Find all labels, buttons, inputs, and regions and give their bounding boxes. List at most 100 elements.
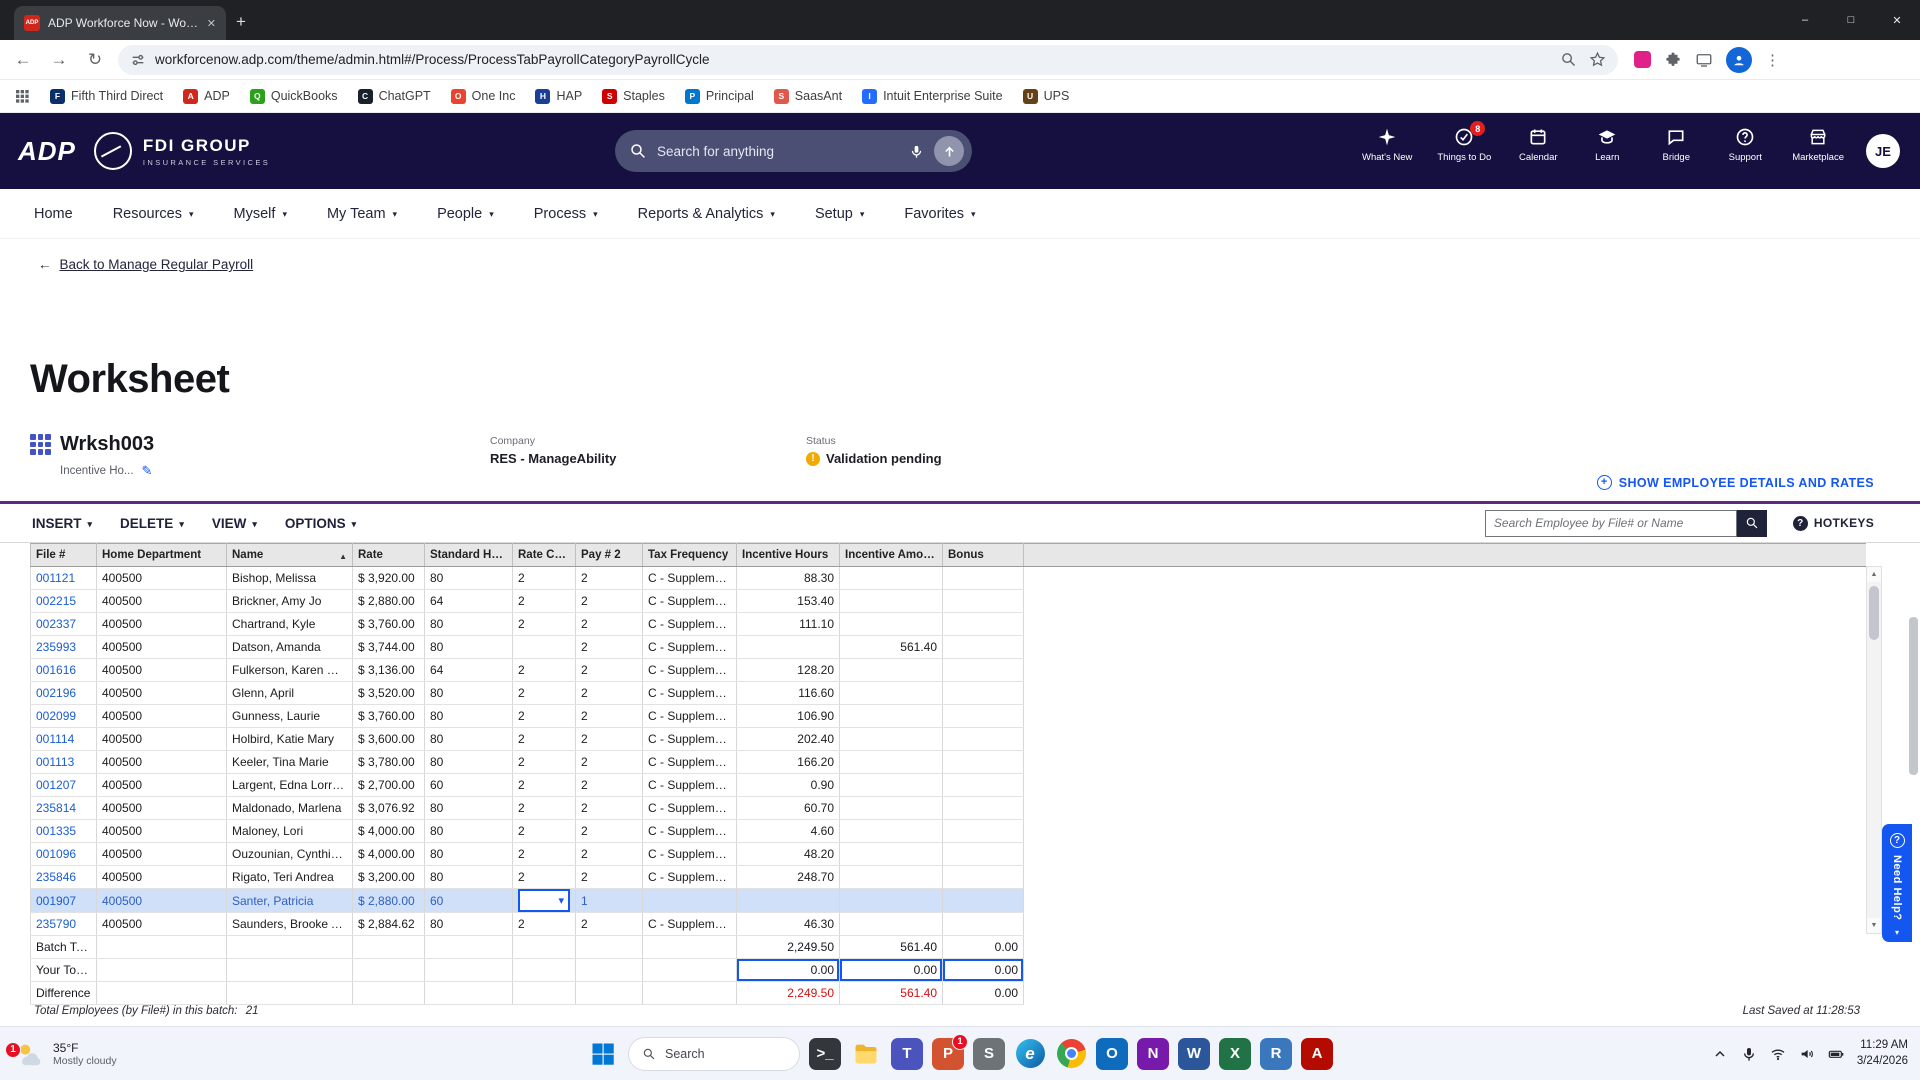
file-number-link[interactable]: 001616: [36, 663, 76, 677]
cell-bonus[interactable]: [943, 820, 1024, 843]
cell-name[interactable]: Saunders, Brooke Ali...: [227, 913, 353, 936]
cell-amount[interactable]: [840, 866, 943, 889]
cell-hours[interactable]: 0.90: [737, 774, 840, 797]
cell-name[interactable]: Holbird, Katie Mary: [227, 728, 353, 751]
bookmark-star-icon[interactable]: [1589, 51, 1606, 68]
cell-dept[interactable]: 400500: [97, 889, 227, 913]
file-number-link[interactable]: 001121: [36, 571, 75, 585]
reload-button[interactable]: ↻: [82, 50, 108, 70]
wifi-icon[interactable]: [1770, 1046, 1786, 1062]
employee-row[interactable]: 001121400500Bishop, Melissa$ 3,920.00802…: [31, 567, 1867, 590]
employee-row[interactable]: 002196400500Glenn, April$ 3,520.008022C …: [31, 682, 1867, 705]
cell-hours[interactable]: 166.20: [737, 751, 840, 774]
cell-tax[interactable]: C - Suppleme...: [643, 567, 737, 590]
bookmark-item[interactable]: HHAP: [535, 89, 582, 104]
cell-std[interactable]: 80: [425, 728, 513, 751]
scroll-down-icon[interactable]: ▼: [1867, 918, 1881, 933]
site-settings-icon[interactable]: [130, 52, 146, 68]
column-header[interactable]: Rate Co...: [513, 544, 576, 567]
cell-amount[interactable]: [840, 567, 943, 590]
toolbar-menu-options[interactable]: OPTIONS▾: [285, 516, 356, 531]
header-item-question-circle[interactable]: Support: [1723, 127, 1767, 163]
cell-pay2[interactable]: 2: [576, 590, 643, 613]
browser-menu-icon[interactable]: ⋮: [1765, 51, 1780, 69]
show-employee-details-link[interactable]: + SHOW EMPLOYEE DETAILS AND RATES: [1597, 475, 1874, 490]
cell-bonus[interactable]: [943, 567, 1024, 590]
column-header[interactable]: Tax Frequency: [643, 544, 737, 567]
weather-widget[interactable]: 1 35°F Mostly cloudy: [0, 1039, 117, 1069]
cell-hours[interactable]: 88.30: [737, 567, 840, 590]
cell-file-number[interactable]: 001096: [31, 843, 97, 866]
bookmark-item[interactable]: CChatGPT: [358, 89, 431, 104]
powerpoint-icon[interactable]: P1: [932, 1038, 964, 1070]
cell-amount[interactable]: [840, 797, 943, 820]
cell-file-number[interactable]: 002099: [31, 705, 97, 728]
file-number-link[interactable]: 001114: [36, 732, 74, 746]
cell-std[interactable]: 64: [425, 659, 513, 682]
cell-std[interactable]: 80: [425, 843, 513, 866]
cell-name[interactable]: Santer, Patricia: [227, 889, 353, 913]
cell-hours[interactable]: 48.20: [737, 843, 840, 866]
apps-grid-icon[interactable]: [14, 88, 30, 104]
cell-pay2[interactable]: 1: [576, 889, 643, 913]
cell-amount[interactable]: [840, 843, 943, 866]
cell-file-number[interactable]: 001616: [31, 659, 97, 682]
cell-std[interactable]: 80: [425, 797, 513, 820]
word-icon[interactable]: W: [1178, 1038, 1210, 1070]
toolbar-menu-view[interactable]: VIEW▾: [212, 516, 257, 531]
employee-row[interactable]: 002337400500Chartrand, Kyle$ 3,760.00802…: [31, 613, 1867, 636]
cell-pay2[interactable]: 2: [576, 774, 643, 797]
cell-name[interactable]: Bishop, Melissa: [227, 567, 353, 590]
cell-pay2[interactable]: 2: [576, 705, 643, 728]
header-item-check-circle[interactable]: 8Things to Do: [1437, 127, 1491, 163]
employee-row[interactable]: 001096400500Ouzounian, Cynthia ...$ 4,00…: [31, 843, 1867, 866]
header-item-cap[interactable]: Learn: [1585, 127, 1629, 163]
cell-pay2[interactable]: 2: [576, 728, 643, 751]
cell-amount[interactable]: [840, 820, 943, 843]
cell-rate[interactable]: $ 3,760.00: [353, 705, 425, 728]
cell-hours[interactable]: 248.70: [737, 866, 840, 889]
cell-hours[interactable]: 106.90: [737, 705, 840, 728]
cell-rate[interactable]: $ 3,760.00: [353, 613, 425, 636]
search-submit-button[interactable]: [934, 136, 964, 166]
bookmark-item[interactable]: SStaples: [602, 89, 665, 104]
cell-rateco[interactable]: 2: [513, 567, 576, 590]
scrollbar-thumb[interactable]: [1869, 586, 1879, 640]
totals-amount[interactable]: 0.00: [840, 959, 943, 982]
global-search-input[interactable]: [657, 144, 899, 159]
cell-bonus[interactable]: [943, 774, 1024, 797]
cell-pay2[interactable]: 2: [576, 797, 643, 820]
cell-pay2[interactable]: 2: [576, 682, 643, 705]
teams-icon[interactable]: T: [891, 1038, 923, 1070]
employee-row[interactable]: 001114400500Holbird, Katie Mary$ 3,600.0…: [31, 728, 1867, 751]
cell-rate[interactable]: $ 4,000.00: [353, 843, 425, 866]
cell-amount[interactable]: [840, 659, 943, 682]
cell-file-number[interactable]: 001207: [31, 774, 97, 797]
cell-pay2[interactable]: 2: [576, 751, 643, 774]
cell-pay2[interactable]: 2: [576, 567, 643, 590]
cell-std[interactable]: 80: [425, 613, 513, 636]
cell-amount[interactable]: [840, 913, 943, 936]
employee-row[interactable]: 235846400500Rigato, Teri Andrea$ 3,200.0…: [31, 866, 1867, 889]
cell-tax[interactable]: C - Suppleme...: [643, 590, 737, 613]
cell-bonus[interactable]: [943, 866, 1024, 889]
cell-bonus[interactable]: [943, 843, 1024, 866]
remote-desktop-icon[interactable]: R: [1260, 1038, 1292, 1070]
cell-hours[interactable]: 111.10: [737, 613, 840, 636]
cell-tax[interactable]: [643, 889, 737, 913]
cell-rate[interactable]: $ 2,880.00: [353, 889, 425, 913]
extensions-puzzle-icon[interactable]: [1664, 51, 1682, 69]
nav-item-myself[interactable]: Myself▾: [234, 206, 287, 222]
file-number-link[interactable]: 002337: [36, 617, 76, 631]
cell-hours[interactable]: 46.30: [737, 913, 840, 936]
cell-rate[interactable]: $ 3,920.00: [353, 567, 425, 590]
excel-icon[interactable]: X: [1219, 1038, 1251, 1070]
cell-file-number[interactable]: 002215: [31, 590, 97, 613]
cell-bonus[interactable]: [943, 728, 1024, 751]
column-header[interactable]: Incentive Hours: [737, 544, 840, 567]
cell-rateco[interactable]: 2: [513, 659, 576, 682]
file-number-link[interactable]: 002215: [36, 594, 76, 608]
cell-rate[interactable]: $ 3,744.00: [353, 636, 425, 659]
cell-bonus[interactable]: [943, 705, 1024, 728]
file-number-link[interactable]: 001907: [36, 894, 76, 908]
